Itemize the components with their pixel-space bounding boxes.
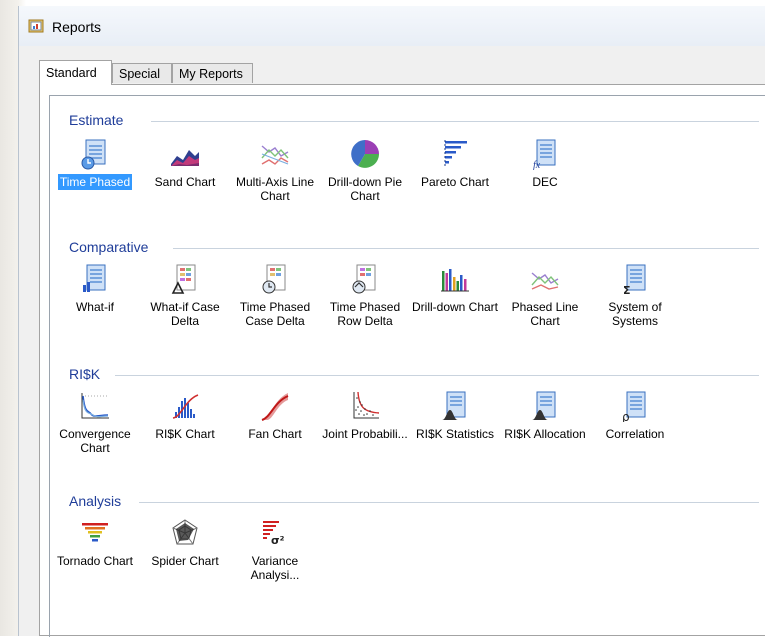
document-delta-icon xyxy=(171,264,196,294)
section-title-comparative: Comparative xyxy=(69,239,153,255)
sand-chart-icon xyxy=(171,150,199,166)
tornado-chart-icon xyxy=(82,523,108,542)
item-label: What-if xyxy=(75,300,114,314)
report-list: Estimate Time Phased Sand Chart Multi-Ax… xyxy=(49,95,765,637)
report-risk-statistics[interactable]: RI$K Statistics xyxy=(410,390,500,466)
report-drill-down-chart[interactable]: Drill-down Chart xyxy=(410,263,500,339)
item-label: RI$K Chart xyxy=(155,427,215,441)
section-title-analysis: Analysis xyxy=(69,493,126,509)
report-drill-down-pie-chart[interactable]: Drill-down Pie Chart xyxy=(320,138,410,214)
pareto-chart-icon xyxy=(444,140,467,168)
item-label: Tornado Chart xyxy=(56,554,134,568)
item-label: Drill-down Pie Chart xyxy=(327,175,403,203)
section-divider xyxy=(139,502,759,503)
document-rho-icon: ρ xyxy=(622,391,646,422)
report-risk-allocation[interactable]: RI$K Allocation xyxy=(500,390,590,466)
variance-icon: σ² xyxy=(263,521,285,547)
reports-window: Reports Standard Special My Reports Esti… xyxy=(18,6,765,637)
report-what-if[interactable]: What-if xyxy=(50,263,140,339)
report-phased-line-chart[interactable]: Phased Line Chart xyxy=(500,263,590,339)
document-chart-icon xyxy=(83,264,106,292)
report-correlation[interactable]: ρ Correlation xyxy=(590,390,680,466)
report-variance-analysis[interactable]: σ² Variance Analysi... xyxy=(230,517,320,593)
document-bell-curve-icon xyxy=(532,391,556,420)
document-sigma-icon: Σ xyxy=(623,264,646,295)
convergence-chart-icon xyxy=(81,393,109,419)
tab-special[interactable]: Special xyxy=(112,63,172,83)
report-spider-chart[interactable]: Spider Chart xyxy=(140,517,230,593)
tab-my-reports[interactable]: My Reports xyxy=(172,63,253,83)
report-joint-probability[interactable]: Joint Probabili... xyxy=(320,390,410,466)
report-what-if-case-delta[interactable]: What-if Case Delta xyxy=(140,263,230,339)
item-label: System of Systems xyxy=(608,300,662,328)
svg-text:fx: fx xyxy=(533,160,541,170)
report-tornado-chart[interactable]: Tornado Chart xyxy=(50,517,140,593)
report-time-phased[interactable]: Time Phased xyxy=(50,138,140,214)
line-chart-icon xyxy=(531,272,559,290)
report-system-of-systems[interactable]: Σ System of Systems xyxy=(590,263,680,339)
report-time-phased-row-delta[interactable]: Time Phased Row Delta xyxy=(320,263,410,339)
histogram-icon xyxy=(172,394,199,419)
item-label: Spider Chart xyxy=(151,554,219,568)
svg-text:ρ: ρ xyxy=(622,410,630,422)
reports-app-icon xyxy=(28,19,44,33)
item-label: Joint Probabili... xyxy=(322,427,408,441)
bar-chart-icon xyxy=(441,269,469,292)
report-multi-axis-line-chart[interactable]: Multi-Axis Line Chart xyxy=(230,138,320,214)
title-bar[interactable]: Reports xyxy=(19,6,765,46)
document-bell-curve-icon xyxy=(442,391,466,420)
scatter-plot-icon xyxy=(353,391,380,419)
report-risk-chart[interactable]: RI$K Chart xyxy=(140,390,230,466)
document-formula-icon: fx xyxy=(533,139,556,170)
section-divider xyxy=(173,248,759,249)
item-label: RI$K Statistics xyxy=(415,427,495,441)
tab-panel-standard: Estimate Time Phased Sand Chart Multi-Ax… xyxy=(39,84,765,637)
svg-text:σ²: σ² xyxy=(271,534,285,547)
item-label: Pareto Chart xyxy=(420,175,490,189)
document-clock-delta-icon xyxy=(262,264,286,294)
window-title: Reports xyxy=(52,19,102,35)
document-clock-row-icon xyxy=(352,264,376,294)
report-pareto-chart[interactable]: Pareto Chart xyxy=(410,138,500,214)
section-title-risk: RI$K xyxy=(69,366,105,382)
section-title-estimate: Estimate xyxy=(69,112,128,128)
section-divider xyxy=(151,121,759,122)
item-label: Time Phased xyxy=(57,174,133,190)
item-label: Drill-down Chart xyxy=(411,300,499,314)
fan-chart-icon xyxy=(261,393,289,421)
item-label: Variance Analysi... xyxy=(250,554,300,582)
svg-text:Σ: Σ xyxy=(623,284,631,295)
item-label: Fan Chart xyxy=(248,427,302,441)
item-label: Time Phased Case Delta xyxy=(239,300,311,328)
item-label: Phased Line Chart xyxy=(511,300,579,328)
item-label: Correlation xyxy=(605,427,665,441)
item-label: Convergence Chart xyxy=(59,427,131,455)
report-time-phased-case-delta[interactable]: Time Phased Case Delta xyxy=(230,263,320,339)
pie-chart-icon xyxy=(351,140,379,168)
spider-chart-icon xyxy=(172,519,198,545)
item-label: Multi-Axis Line Chart xyxy=(235,175,315,203)
item-label: Sand Chart xyxy=(154,175,216,189)
report-convergence-chart[interactable]: Convergence Chart xyxy=(50,390,140,466)
item-label: Time Phased Row Delta xyxy=(329,300,401,328)
multi-line-chart-icon xyxy=(261,145,289,165)
tab-standard[interactable]: Standard xyxy=(39,60,112,85)
item-label: RI$K Allocation xyxy=(504,427,586,441)
report-dec[interactable]: fx DEC xyxy=(500,138,590,214)
document-clock-icon xyxy=(81,139,106,170)
report-sand-chart[interactable]: Sand Chart xyxy=(140,138,230,214)
item-label: What-if Case Delta xyxy=(150,300,220,328)
report-fan-chart[interactable]: Fan Chart xyxy=(230,390,320,466)
item-label: DEC xyxy=(532,175,558,189)
section-divider xyxy=(115,375,759,376)
